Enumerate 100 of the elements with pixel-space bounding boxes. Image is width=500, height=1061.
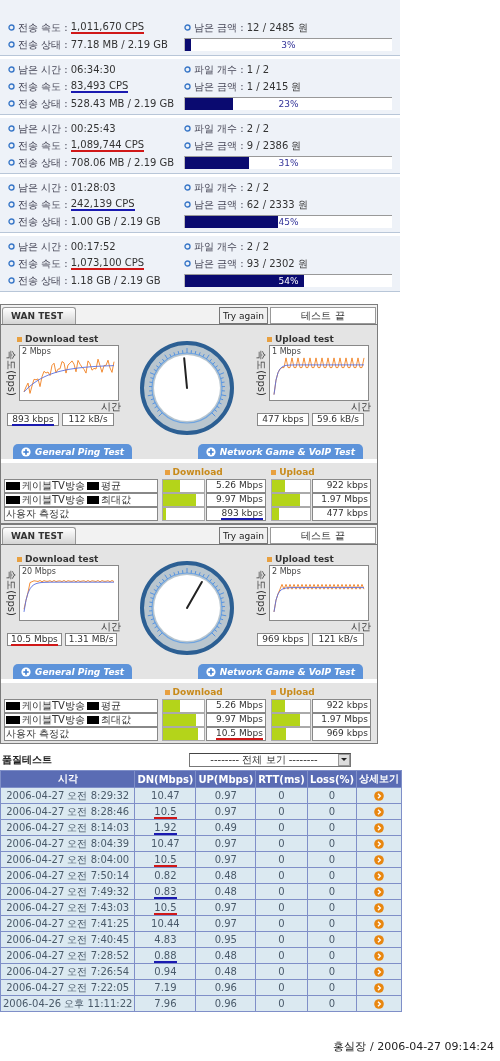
rate-value: 10.5 Mbps [11,634,58,646]
arrow-circle-icon[interactable] [374,983,385,993]
try-again-button[interactable]: Try again [219,307,268,324]
plus-icon [205,446,216,457]
square-icon [271,689,277,695]
field-value: 528.43 MB / 2.19 GB [70,98,175,109]
arrow-circle-icon[interactable] [374,839,385,849]
field-value: 1,073,100 CPS [70,257,145,270]
table-cell: 7.19 [154,982,177,993]
tab[interactable]: WAN TEST [2,527,77,544]
field-value: 1.18 GB / 2.19 GB [70,275,161,286]
row-label: 케이블TV방송 [22,493,85,507]
bullet-icon [184,125,191,132]
table-cell: 0.94 [154,966,177,977]
plus-icon [205,666,216,677]
arrow-circle-icon[interactable] [374,807,385,817]
bullet-icon [8,142,15,149]
square-icon [17,336,22,342]
column-header: 시각 [0,770,135,788]
arrow-circle-icon[interactable] [374,951,385,961]
bullet-icon [8,125,15,132]
field-value: 62 / 2333 원 [246,197,308,212]
field-label: 남은 시간 : [18,121,68,136]
arrow-circle-icon[interactable] [374,823,385,833]
table-cell: 10.44 [151,918,180,929]
row-label: 최대값 [100,713,131,727]
column-header: 상세보기 [356,770,402,788]
redaction-mark [86,702,99,710]
rate-value: 112 kB/s [62,413,114,426]
field-value: 00:25:43 [70,123,116,134]
section-title: 품질테스트 [1,753,52,767]
arrow-circle-icon[interactable] [374,967,385,977]
field-label: 파일 개수 : [194,121,244,136]
field-value: 1.00 GB / 2.19 GB [70,216,161,227]
field-label: 전송 속도 : [18,79,68,94]
field-label: 남은 시간 : [18,180,68,195]
field-label: 전송 속도 : [18,20,68,35]
arrow-circle-icon[interactable] [374,919,385,929]
value-text: 477 kbps [326,508,368,518]
square-icon [267,336,272,342]
rate-value: 121 kB/s [312,633,364,646]
field-label: 전송 속도 : [18,197,68,212]
arrow-circle-icon[interactable] [374,903,385,913]
table-cell: 4.83 [154,934,177,945]
field-label: 전송 속도 : [18,138,68,153]
redaction-mark [6,496,20,504]
table-cell: 7.96 [154,998,177,1009]
axis-label: 속도(bps) [255,350,267,396]
value-text: 1.97 Mbps [321,714,368,724]
field-label: 전송 상태 : [18,37,68,52]
field-value: 2 / 2 [246,123,270,134]
field-value: 1,089,744 CPS [70,139,145,152]
value-text: 969 kbps [326,728,368,738]
row-label: 평균 [100,699,121,713]
square-icon [164,689,170,695]
bullet-icon [8,184,15,191]
redaction-mark [86,496,99,504]
field-label: 전송 상태 : [18,96,68,111]
bullet-icon [184,201,191,208]
bullet-icon [8,41,15,48]
field-label: 남은 금액 : [194,79,244,94]
try-again-button[interactable]: Try again [219,527,268,544]
arrow-circle-icon[interactable] [374,935,385,945]
field-value: 1,011,670 CPS [70,21,145,34]
field-value: 93 / 2302 원 [246,256,308,271]
square-icon [164,469,170,475]
arrow-circle-icon[interactable] [374,887,385,897]
value-text: 9.97 Mbps [216,494,263,504]
arrow-circle-icon[interactable] [374,855,385,865]
tab[interactable]: WAN TEST [2,307,77,324]
arrow-circle-icon[interactable] [374,999,385,1009]
field-label: 남은 시간 : [18,62,68,77]
filter-dropdown[interactable]: -------- 전체 보기 -------- [189,753,351,767]
table-cell: 0.82 [154,870,177,881]
bullet-icon [8,277,15,284]
plus-icon [21,666,31,677]
field-label: 남은 금액 : [194,256,244,271]
column-header: DN(Mbps) [134,770,196,788]
column-header: Upload [279,687,315,697]
bullet-icon [184,260,191,267]
row-label: 케이블TV방송 [22,699,85,713]
field-label: 전송 상태 : [18,155,68,170]
axis-label: 시간 [350,621,371,633]
arrow-circle-icon[interactable] [374,871,385,881]
bullet-icon [8,100,15,107]
field-label: 남은 시간 : [18,239,68,254]
arrow-circle-icon[interactable] [374,791,385,801]
scale-label: 20 Mbps [22,567,56,576]
square-icon [267,556,272,562]
value-text: 893 kbps [221,508,263,520]
row-label: 케이블TV방송 [22,479,85,493]
column-header: UP(Mbps) [195,770,256,788]
row-label: 평균 [100,479,121,493]
scale-label: 1 Mbps [272,347,301,356]
bullet-icon [8,83,15,90]
plus-icon [21,446,31,457]
field-label: 전송 속도 : [18,256,68,271]
rate-value: 893 kbps [12,414,54,426]
bullet-icon [184,142,191,149]
field-value: 708.06 MB / 2.19 GB [70,157,175,168]
